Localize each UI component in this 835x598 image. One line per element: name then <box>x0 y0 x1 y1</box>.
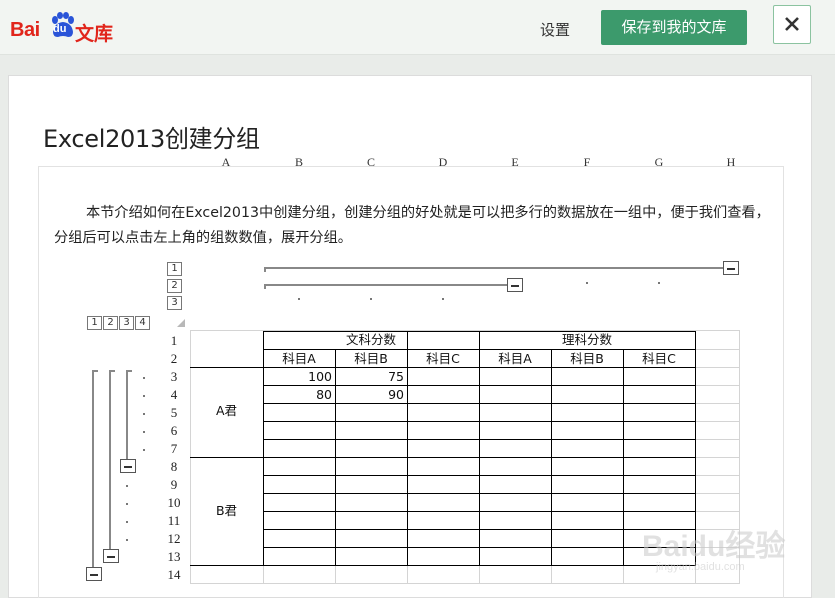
row-group-line-1 <box>92 370 94 568</box>
table-border <box>623 349 624 566</box>
row-dot <box>143 395 145 397</box>
column-header-f[interactable]: F <box>551 154 623 170</box>
cell-subject[interactable]: 科目B <box>335 350 407 368</box>
cell-subject[interactable]: 科目A <box>479 350 551 368</box>
grid-line <box>263 566 264 584</box>
row-collapse-button-3[interactable] <box>120 459 136 473</box>
cell-value[interactable]: 100 <box>263 368 332 386</box>
column-header-g[interactable]: G <box>623 154 695 170</box>
row-group-tick-3 <box>126 370 132 372</box>
cell-student-b[interactable]: B君 <box>190 502 263 520</box>
row-dot <box>126 539 128 541</box>
cell-liberal-header[interactable]: 文科分数 <box>335 331 407 349</box>
row-header-1[interactable]: 1 <box>160 332 188 350</box>
row-dot <box>143 413 145 415</box>
row-dot <box>143 377 145 379</box>
cell-student-a[interactable]: A君 <box>190 402 263 420</box>
row-level-2-button[interactable]: 2 <box>103 316 118 330</box>
cell-subject[interactable]: 科目B <box>551 350 623 368</box>
cell-science-header[interactable]: 理科分数 <box>551 331 623 349</box>
row-dot <box>143 449 145 451</box>
row-level-4-button[interactable]: 4 <box>135 316 150 330</box>
grid-line <box>695 457 740 458</box>
grid-line <box>695 349 740 350</box>
row-level-1-button[interactable]: 1 <box>87 316 102 330</box>
row-dot <box>126 503 128 505</box>
column-header-d[interactable]: D <box>407 154 479 170</box>
col-level-1-button[interactable]: 1 <box>167 262 182 276</box>
row-header-3[interactable]: 3 <box>160 368 188 386</box>
row-header-14[interactable]: 14 <box>160 566 188 584</box>
column-header-e[interactable]: E <box>479 154 551 170</box>
row-group-tick-1 <box>92 370 98 372</box>
col-group-line-1 <box>264 267 724 269</box>
col-collapse-button-2[interactable] <box>507 278 523 292</box>
col-collapse-button-1[interactable] <box>723 261 739 275</box>
grid-line <box>335 566 336 584</box>
row-dot <box>126 485 128 487</box>
watermark-url: jingyan.baidu.com <box>656 561 745 573</box>
column-header-h[interactable]: H <box>695 154 767 170</box>
cell-subject[interactable]: 科目C <box>407 350 479 368</box>
col-group-line-2 <box>264 284 508 286</box>
col-dot <box>370 298 372 300</box>
row-group-line-3 <box>126 370 128 460</box>
column-header-a[interactable]: A <box>190 154 262 170</box>
row-header-7[interactable]: 7 <box>160 440 188 458</box>
grid-line <box>623 566 624 584</box>
row-header-2[interactable]: 2 <box>160 350 188 368</box>
column-header-b[interactable]: B <box>263 154 335 170</box>
row-collapse-button-2[interactable] <box>103 549 119 563</box>
grid-line <box>551 566 552 584</box>
col-level-3-button[interactable]: 3 <box>167 296 182 310</box>
row-header-4[interactable]: 4 <box>160 386 188 404</box>
col-dot <box>586 282 588 284</box>
row-dot <box>143 431 145 433</box>
row-header-10[interactable]: 10 <box>160 494 188 512</box>
col-group-tick-2 <box>264 284 266 289</box>
grid-line <box>695 367 740 368</box>
cell-value[interactable]: 80 <box>263 386 332 404</box>
cell-subject[interactable]: 科目C <box>623 350 695 368</box>
table-border <box>190 565 695 566</box>
row-header-5[interactable]: 5 <box>160 404 188 422</box>
row-group-tick-2 <box>109 370 115 372</box>
cell-value[interactable]: 75 <box>335 368 404 386</box>
col-level-2-button[interactable]: 2 <box>167 279 182 293</box>
row-group-line-2 <box>109 370 111 550</box>
table-border <box>190 457 695 458</box>
row-header-11[interactable]: 11 <box>160 512 188 530</box>
column-header-c[interactable]: C <box>335 154 407 170</box>
row-collapse-button-1[interactable] <box>86 567 102 581</box>
row-header-9[interactable]: 9 <box>160 476 188 494</box>
col-dot <box>298 298 300 300</box>
grid-line <box>695 493 740 494</box>
cell-value[interactable]: 90 <box>335 386 404 404</box>
col-dot <box>658 282 660 284</box>
grid-line <box>695 385 740 386</box>
row-level-3-button[interactable]: 3 <box>119 316 134 330</box>
col-group-tick-1 <box>264 267 266 272</box>
grid-line <box>407 566 408 584</box>
col-dot <box>442 298 444 300</box>
row-header-13[interactable]: 13 <box>160 548 188 566</box>
grid-line <box>479 566 480 584</box>
row-header-8[interactable]: 8 <box>160 458 188 476</box>
row-header-12[interactable]: 12 <box>160 530 188 548</box>
table-border <box>551 349 552 566</box>
baidu-jingyan-watermark: Baidu经验 jingyan.baidu.com <box>636 505 796 575</box>
select-all-corner[interactable] <box>176 318 186 328</box>
row-header-6[interactable]: 6 <box>160 422 188 440</box>
row-dot <box>126 521 128 523</box>
grid-line <box>695 403 740 404</box>
watermark-text: Baidu经验 <box>642 530 786 563</box>
grid-line <box>190 583 740 584</box>
grid-line <box>695 421 740 422</box>
cell-subject[interactable]: 科目A <box>263 350 335 368</box>
grid-line <box>695 475 740 476</box>
grid-line <box>695 439 740 440</box>
